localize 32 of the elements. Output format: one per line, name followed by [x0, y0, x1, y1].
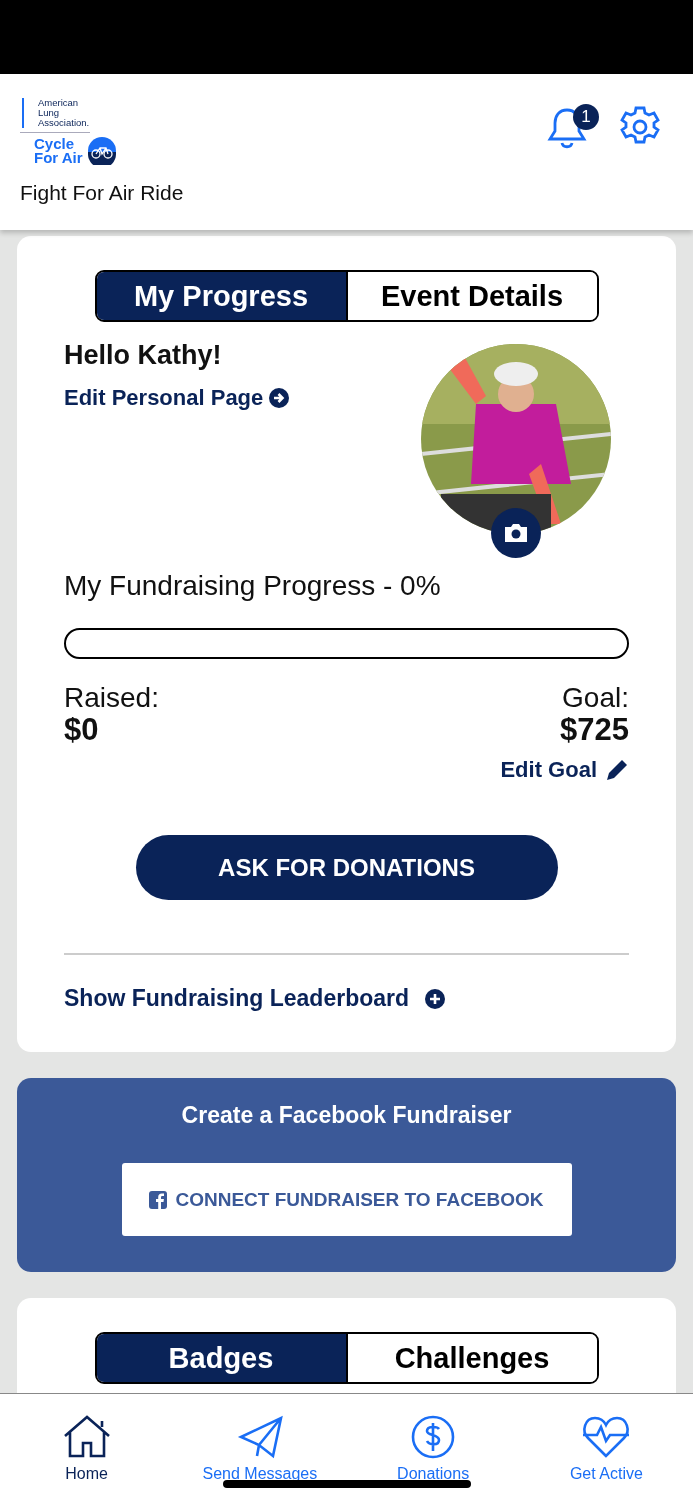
arrow-right-icon — [269, 388, 290, 408]
edit-goal-link[interactable]: Edit Goal — [500, 757, 629, 783]
pencil-icon — [605, 758, 629, 782]
notification-badge: 1 — [573, 104, 599, 130]
ask-donations-button[interactable]: ASK FOR DONATIONS — [135, 835, 558, 900]
connect-facebook-button[interactable]: CONNECT FUNDRAISER TO FACEBOOK — [121, 1163, 572, 1236]
organization-logo-text: American Lung Association. — [22, 98, 92, 128]
header-title: Fight For Air Ride — [20, 181, 184, 205]
bicycle-logo-icon — [88, 137, 116, 165]
goal-amount: $725 — [560, 713, 629, 747]
nav-item[interactable]: Donations — [346, 1414, 520, 1500]
camera-button[interactable] — [491, 508, 541, 558]
camera-icon — [503, 523, 529, 543]
nav-item[interactable]: Send Messages — [173, 1414, 347, 1500]
edit-page-link[interactable]: Edit Personal Page — [64, 385, 290, 411]
plus-circle-icon — [425, 988, 446, 1009]
nav-item[interactable]: Get Active — [519, 1414, 693, 1500]
goal-label: Goal: — [562, 683, 629, 713]
leaderboard-link[interactable]: Show Fundraising Leaderboard — [64, 985, 446, 1012]
fundraising-title: My Fundraising Progress - 0% — [64, 570, 442, 602]
facebook-title: Create a Facebook Fundraiser — [181, 1102, 512, 1129]
raised-amount: $0 — [64, 713, 99, 747]
greeting: Hello Kathy! — [64, 340, 223, 371]
heartbeat-icon — [581, 1415, 632, 1459]
tab[interactable]: Badges — [96, 1334, 346, 1382]
facebook-icon — [149, 1190, 168, 1209]
tab[interactable]: My Progress — [96, 272, 346, 320]
tab[interactable]: Challenges — [345, 1334, 597, 1382]
nav-item[interactable]: Home — [0, 1414, 174, 1500]
event-logo-text: Cycle For Air — [34, 137, 84, 165]
raised-label: Raised: — [64, 683, 159, 713]
tab[interactable]: Event Details — [345, 272, 597, 320]
